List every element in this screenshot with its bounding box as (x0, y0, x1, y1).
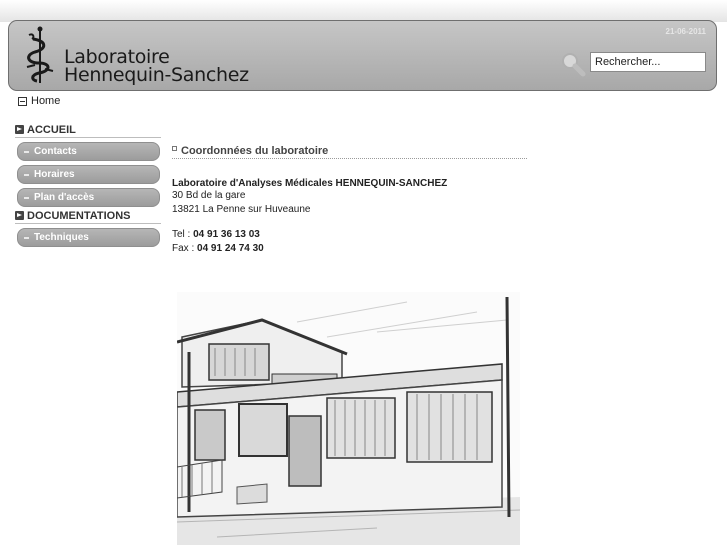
dash-icon (24, 236, 29, 239)
top-band (0, 0, 727, 22)
breadcrumb-home-link[interactable]: Home (31, 95, 60, 107)
phone-number: 04 91 36 13 03 (193, 229, 260, 240)
fax-label: Fax : (172, 243, 198, 254)
page-title: Coordonnées du laboratoire (172, 145, 527, 159)
magnifier-icon[interactable] (560, 51, 586, 77)
section-header-accueil[interactable]: ACCUEIL (15, 123, 161, 138)
logo-line-2: Hennequin-Sanchez (64, 64, 249, 86)
address-line-2: 13821 La Penne sur Huveaune (172, 204, 311, 215)
fax-number: 04 91 24 74 30 (197, 243, 264, 254)
sidebar-nav: ACCUEIL Contacts Horaires Plan d'accès D… (15, 123, 161, 247)
search-input[interactable] (590, 52, 706, 72)
nav-item-horaires[interactable]: Horaires (17, 165, 160, 184)
nav-item-label: Plan d'accès (34, 192, 95, 203)
nav-item-techniques[interactable]: Techniques (17, 228, 160, 247)
nav-item-contacts[interactable]: Contacts (17, 142, 160, 161)
nav-item-label: Techniques (34, 232, 89, 243)
laboratory-building-photo (177, 292, 520, 545)
section-header-documentations[interactable]: DOCUMENTATIONS (15, 209, 161, 224)
nav-item-plan-acces[interactable]: Plan d'accès (17, 188, 160, 207)
section-title-accueil: ACCUEIL (27, 123, 76, 136)
fax-line: Fax : 04 91 24 74 30 (172, 242, 527, 256)
nav-item-label: Horaires (34, 169, 75, 180)
main-content: Coordonnées du laboratoire Laboratoire d… (172, 145, 527, 256)
dash-icon (24, 150, 29, 153)
caduceus-logo[interactable] (23, 25, 57, 85)
nav-item-label: Contacts (34, 146, 77, 157)
square-bullet-icon (172, 146, 177, 151)
site-logo-text[interactable]: Laboratoire Hennequin-Sanchez (64, 48, 249, 86)
lab-name: Laboratoire d'Analyses Médicales HENNEQU… (172, 178, 448, 189)
phone-label: Tel : (172, 229, 194, 240)
phone-line: Tel : 04 91 36 13 03 (172, 228, 527, 242)
header-banner: Laboratoire Hennequin-Sanchez 21-06-2011 (8, 20, 717, 91)
dash-icon (24, 173, 29, 176)
arrow-right-icon (15, 211, 24, 220)
arrow-right-icon (15, 125, 24, 134)
current-date: 21-06-2011 (665, 27, 706, 36)
address-line-1: 30 Bd de la gare (172, 190, 246, 201)
dash-icon (24, 196, 29, 199)
section-title-documentations: DOCUMENTATIONS (27, 209, 131, 222)
page-title-text: Coordonnées du laboratoire (181, 145, 329, 157)
home-icon (18, 96, 27, 106)
breadcrumb: Home (18, 95, 60, 107)
